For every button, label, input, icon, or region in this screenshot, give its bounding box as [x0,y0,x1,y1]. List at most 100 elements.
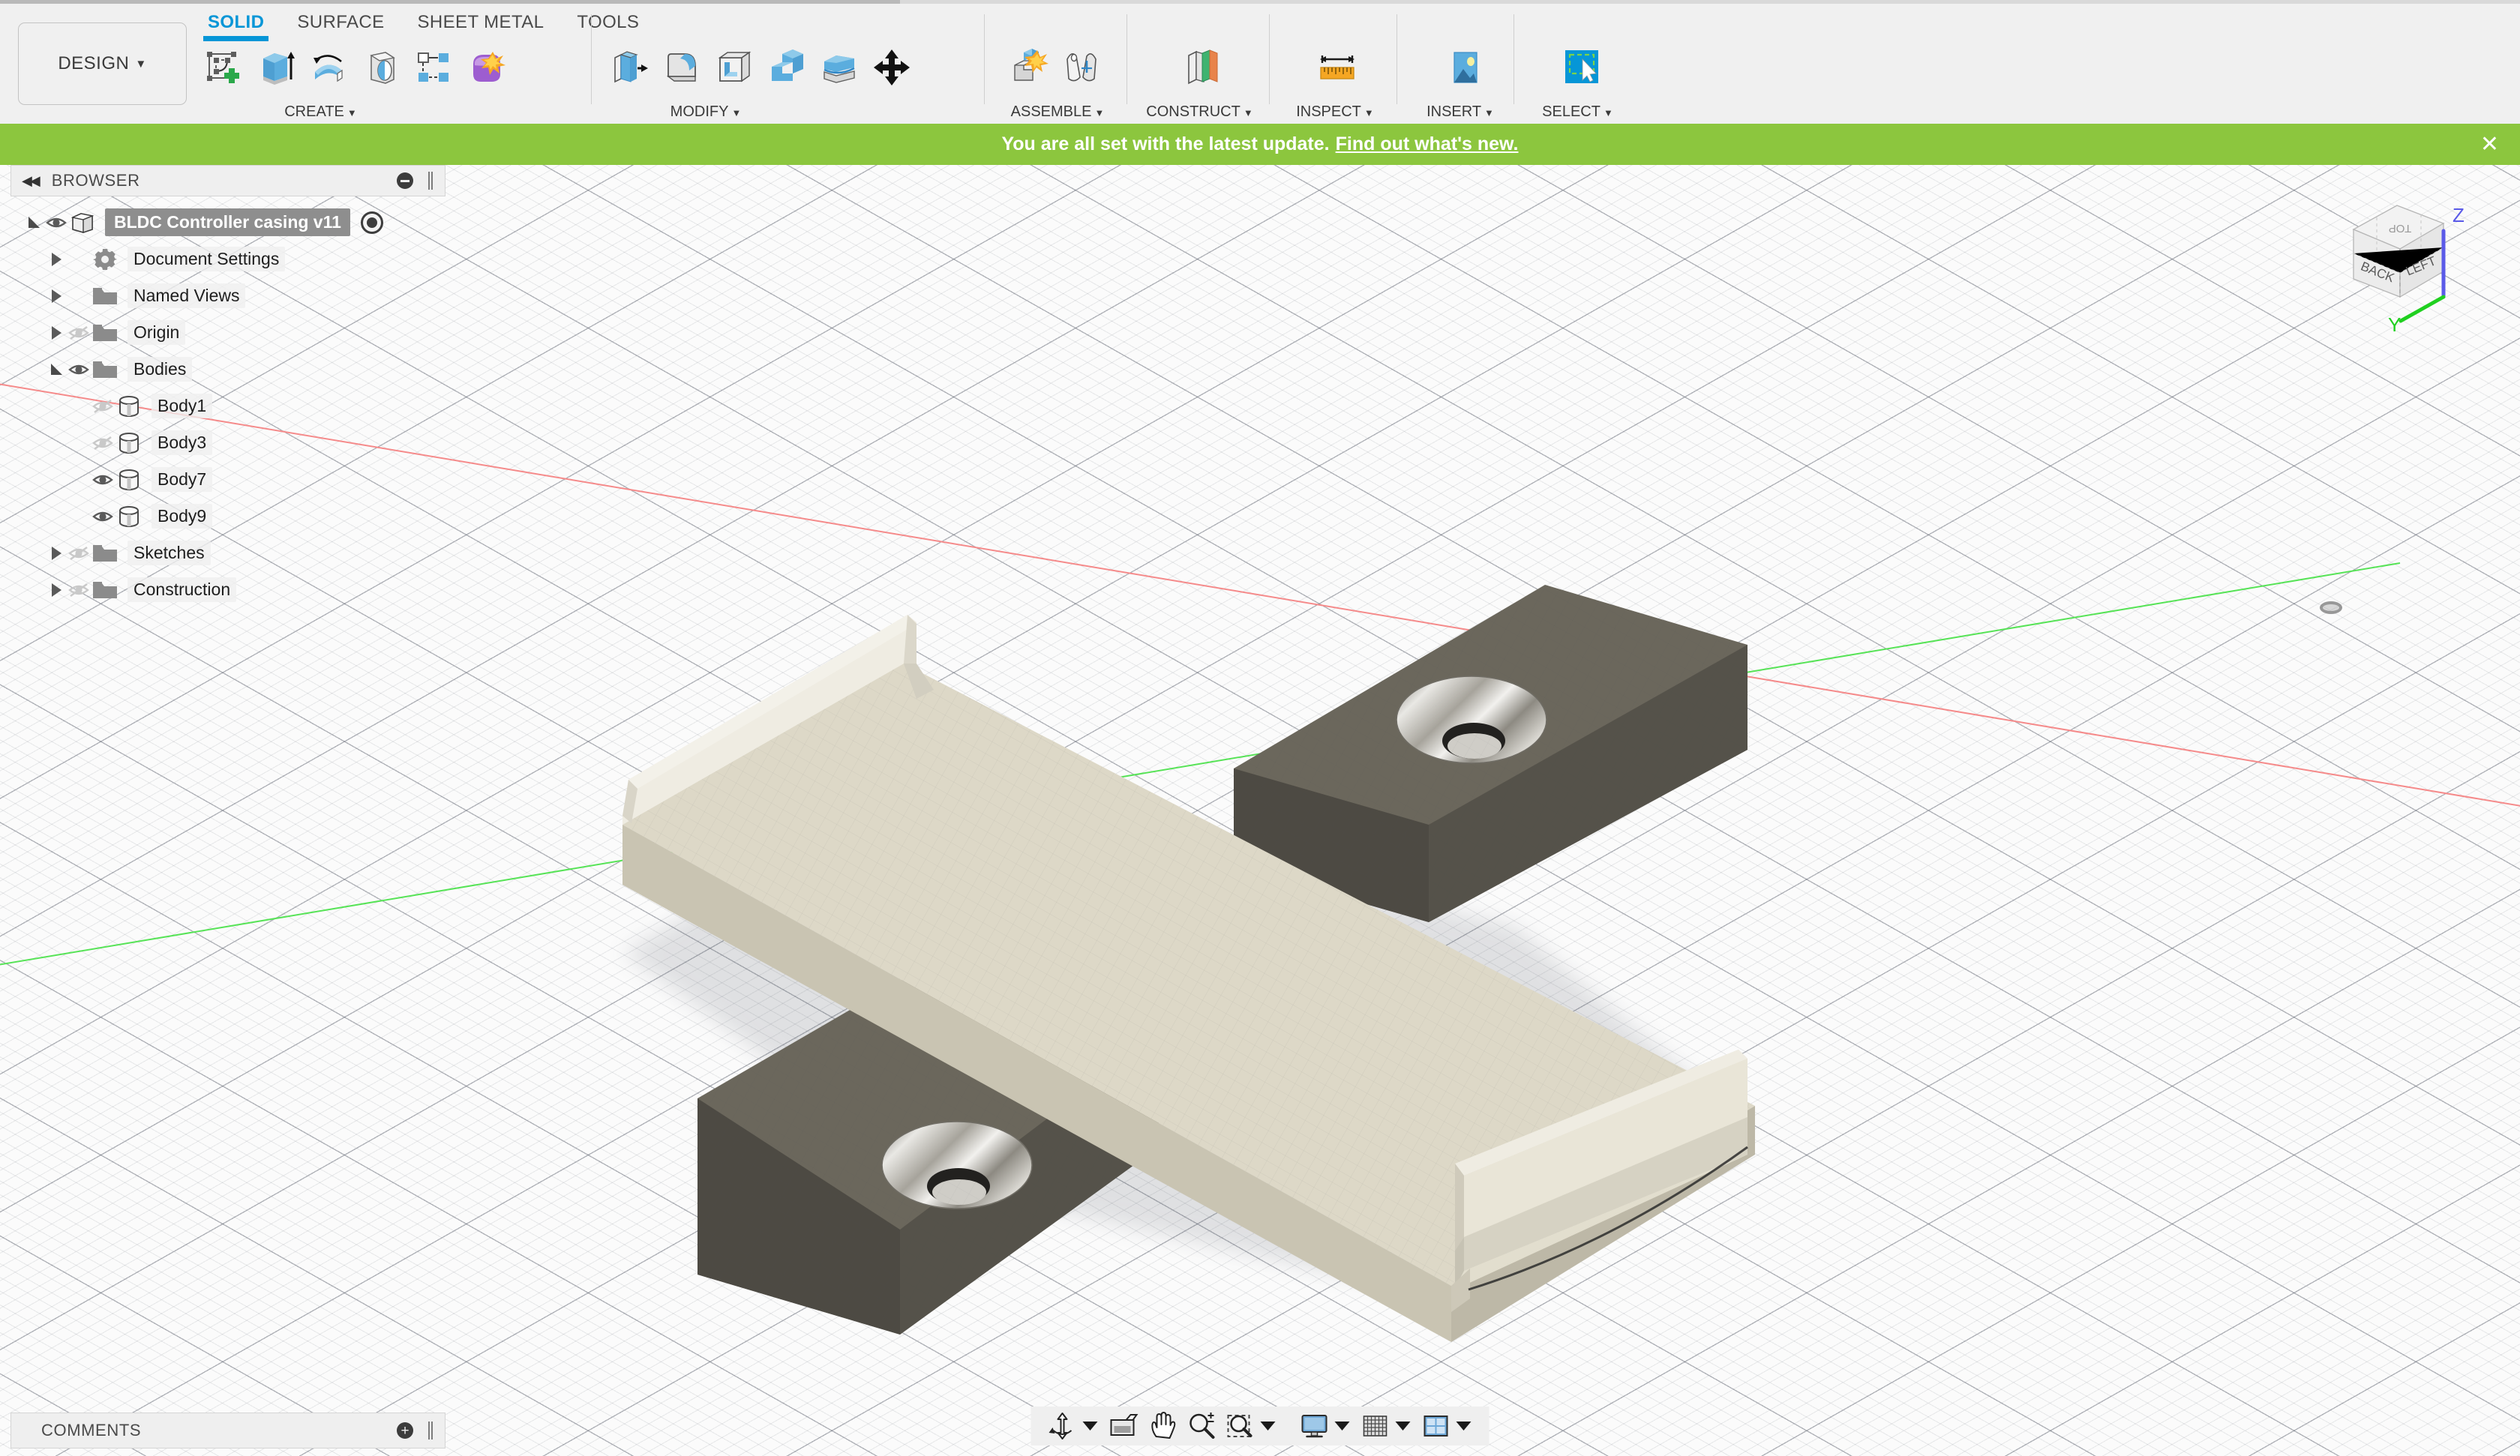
whats-new-link[interactable]: Find out what's new. [1336,133,1519,155]
eye-visible-icon[interactable] [66,357,92,382]
tree-item-document-settings[interactable]: Document Settings [10,241,446,277]
axis-z-label: Z [2452,204,2464,226]
eye-hidden-icon[interactable] [66,320,92,346]
eye-hidden-icon[interactable] [90,430,116,456]
workspace-switcher-button[interactable]: DESIGN ▼ [18,22,187,105]
eye-hidden-icon[interactable] [66,541,92,566]
tab-surface-label: SURFACE [297,12,384,32]
minimize-icon[interactable] [397,172,413,189]
tree-item-named-views[interactable]: Named Views [10,277,446,314]
form-icon[interactable] [463,41,509,94]
workspace-label: DESIGN [58,53,129,74]
tree-item-bodies[interactable]: Bodies [10,351,446,388]
chevron-down-icon: ▼ [1604,107,1613,118]
display-chevron-down-icon[interactable] [1335,1422,1350,1431]
tree-spacer [70,433,90,453]
add-comment-icon[interactable]: + [397,1422,413,1439]
comments-panel[interactable]: COMMENTS + [10,1413,446,1449]
shell-icon[interactable] [711,41,758,94]
panel-construct-label[interactable]: CONSTRUCT▼ [1134,103,1265,121]
grid-chevron-down-icon[interactable] [1396,1422,1411,1431]
body-icon [116,393,142,420]
tree-item-label: Construction [128,577,236,602]
eye-hidden-icon[interactable] [90,394,116,419]
tree-item-construction[interactable]: Construction [10,571,446,608]
eye-hidden-icon[interactable] [66,577,92,603]
zoom-chevron-down-icon[interactable] [1261,1422,1276,1431]
orbit-icon[interactable] [1046,1410,1080,1443]
tab-sheet-metal-label: SHEET METAL [418,12,544,32]
expand-arrow-icon[interactable] [46,250,66,269]
create-sketch-icon[interactable] [200,41,247,94]
viewports-icon[interactable] [1419,1410,1454,1443]
select-window-icon[interactable] [1558,41,1605,94]
panel-create: CREATE▼ [191,35,420,124]
zoom-window-icon[interactable] [1223,1410,1258,1443]
combine-icon[interactable] [764,41,810,94]
display-settings-icon[interactable] [1298,1410,1332,1443]
tree-item-body1[interactable]: Body1 [10,388,446,424]
tree-item-body7[interactable]: Body7 [10,461,446,498]
expand-arrow-icon[interactable] [46,544,66,563]
tab-tools-label: TOOLS [577,12,639,32]
eye-visible-icon[interactable] [44,210,69,235]
chevron-down-icon: ▼ [1094,107,1104,118]
browser-tree: BLDC Controller casing v11 Document Setti… [10,196,446,608]
offset-plane-icon[interactable] [1179,41,1226,94]
panel-create-label[interactable]: CREATE▼ [221,103,420,121]
panel-modify-label[interactable]: MODIFY▼ [597,103,814,121]
tree-item-body3[interactable]: Body3 [10,424,446,461]
tree-item-sketches[interactable]: Sketches [10,535,446,571]
notification-message: You are all set with the latest update. [1001,133,1329,155]
activate-component-radio[interactable] [361,211,383,234]
pattern-icon[interactable] [410,41,457,94]
collapse-arrow-icon[interactable] [24,213,44,232]
new-component-icon[interactable] [1006,41,1052,94]
measure-icon[interactable] [1314,41,1360,94]
tree-item-label: Body7 [152,467,212,492]
extrude-icon[interactable] [253,41,299,94]
eye-visible-icon[interactable] [90,504,116,529]
eye-visible-icon[interactable] [90,467,116,493]
panel-modify: MODIFY▼ [597,35,844,124]
panel-insert-label[interactable]: INSERT▼ [1404,103,1516,121]
press-pull-icon[interactable] [606,41,652,94]
comments-resize-grip[interactable] [428,1422,434,1440]
move-copy-icon[interactable] [868,41,915,94]
collapse-arrow-icon[interactable] [46,360,66,379]
pan-hand-icon[interactable] [1145,1410,1180,1443]
panel-insert: INSERT▼ [1404,35,1516,124]
tree-item-body9[interactable]: Body9 [10,498,446,535]
viewports-chevron-down-icon[interactable] [1456,1422,1472,1431]
grid-snaps-icon[interactable] [1358,1410,1393,1443]
panel-inspect: INSPECT▼ [1275,35,1395,124]
collapse-panel-icon[interactable]: ◀◀ [22,173,38,189]
tree-item-origin[interactable]: Origin [10,314,446,351]
tab-solid-label: SOLID [208,12,264,32]
tree-item-bldc-controller-casing-v11[interactable]: BLDC Controller casing v11 [10,204,446,241]
joint-icon[interactable] [1058,41,1105,94]
expand-arrow-icon[interactable] [46,286,66,306]
look-at-icon[interactable] [1106,1410,1141,1443]
viewport-canvas[interactable]: ◀◀ BROWSER BLDC Controller casing v11Doc… [0,165,2520,1456]
panel-select-label[interactable]: SELECT▼ [1520,103,1636,121]
sweep-icon[interactable] [358,41,404,94]
close-icon[interactable]: ✕ [2480,133,2499,156]
panel-inspect-label[interactable]: INSPECT▼ [1275,103,1395,121]
tree-item-label: BLDC Controller casing v11 [105,208,350,236]
orbit-chevron-down-icon[interactable] [1083,1422,1098,1431]
folder-icon [92,319,118,346]
zoom-icon[interactable] [1184,1410,1219,1443]
revolve-icon[interactable] [305,41,352,94]
split-face-icon[interactable] [816,41,862,94]
view-cube[interactable]: BACK LEFT TOP Z Y [2331,186,2504,343]
expand-arrow-icon[interactable] [46,323,66,343]
ribbon-toolbar: DESIGN ▼ SOLID SURFACE SHEET METAL TOOLS [0,4,2520,124]
insert-image-icon[interactable] [1442,41,1488,94]
fillet-icon[interactable] [658,41,705,94]
panel-assemble-label[interactable]: ASSEMBLE▼ [994,103,1121,121]
panel-resize-grip[interactable] [428,172,434,190]
expand-arrow-icon[interactable] [46,580,66,600]
chevron-down-icon: ▼ [347,107,357,118]
axis-y-label: Y [2388,313,2401,336]
